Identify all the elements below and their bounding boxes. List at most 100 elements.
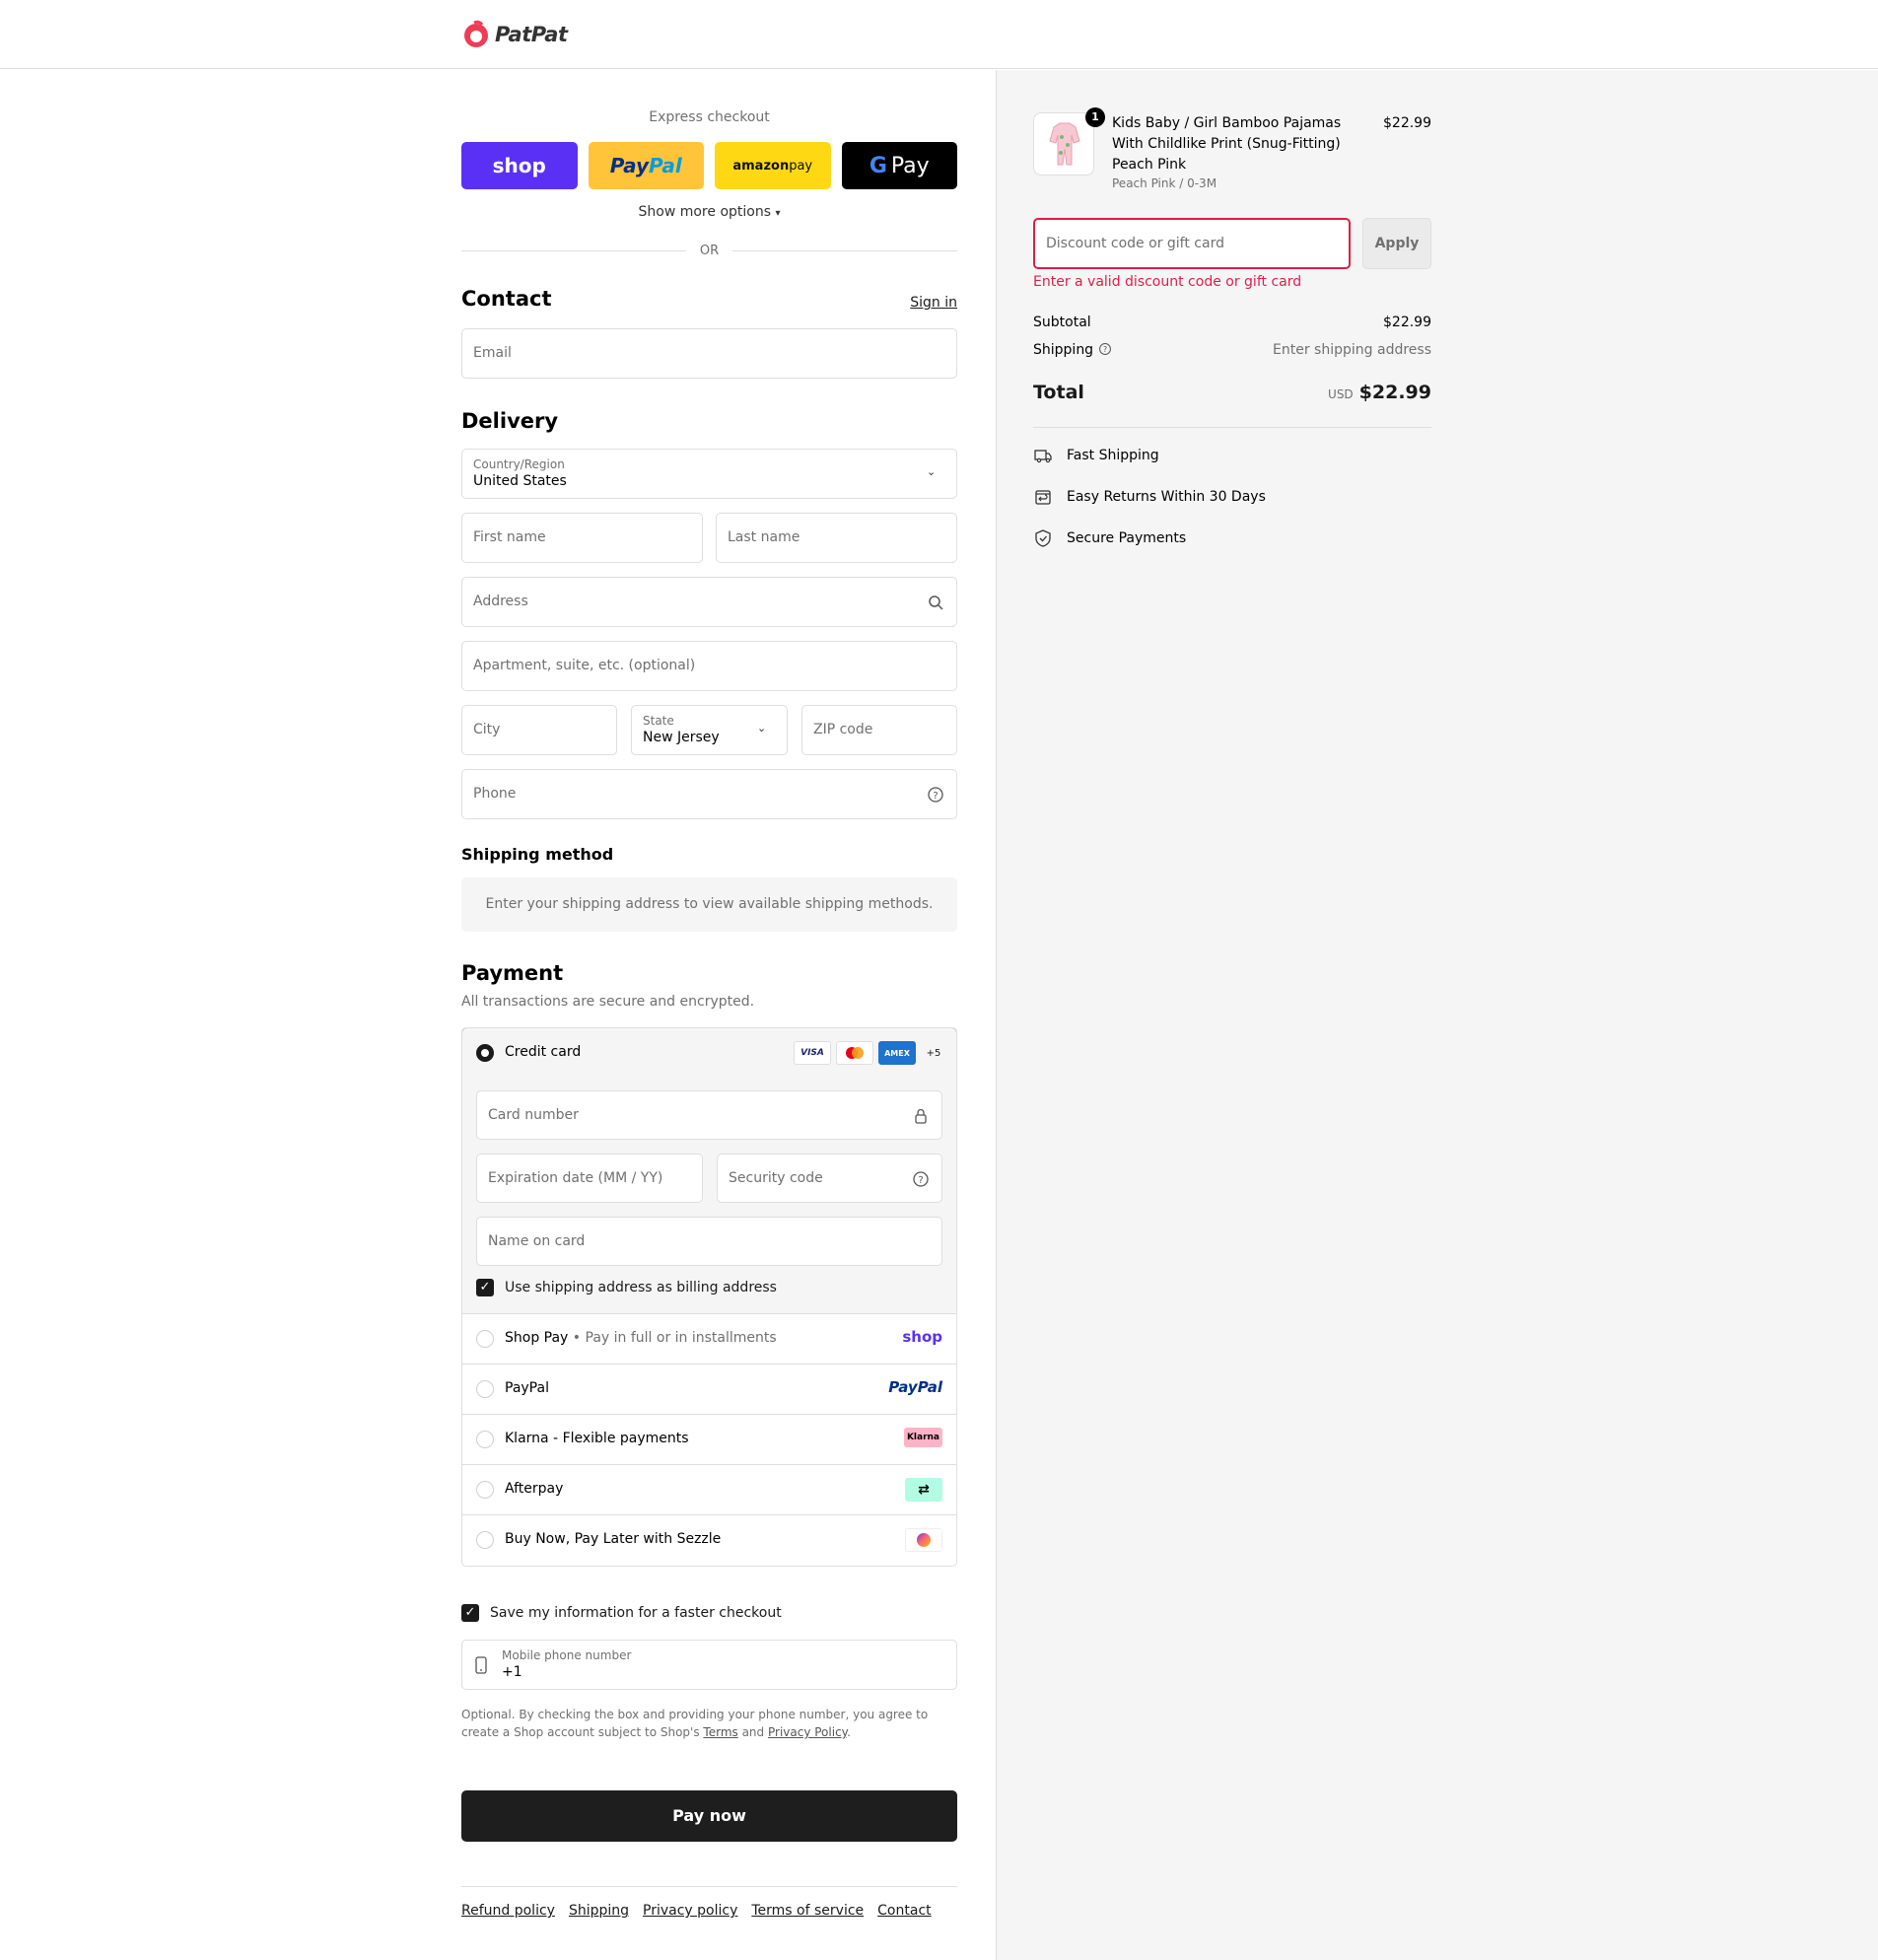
shipping-link[interactable]: Shipping: [569, 1903, 629, 1919]
perk-label: Secure Payments: [1067, 530, 1187, 546]
svg-text:?: ?: [918, 1175, 923, 1186]
amazon-pay-button[interactable]: amazon pay: [715, 142, 831, 189]
card-number-placeholder: Card number: [488, 1107, 579, 1123]
quantity-badge: 1: [1085, 107, 1105, 127]
phone-field[interactable]: Phone ?: [461, 769, 957, 819]
klarna-option[interactable]: Klarna - Flexible payments Klarna: [462, 1415, 956, 1465]
paypal-logo: PayPal: [888, 1378, 942, 1396]
afterpay-option[interactable]: Afterpay ⇄: [462, 1465, 956, 1515]
city-placeholder: City: [473, 722, 501, 737]
paypal-button[interactable]: Pay Pal: [588, 142, 704, 189]
shop-pay-option[interactable]: Shop Pay • Pay in full or in installment…: [462, 1314, 956, 1365]
shop-pay-logo: shop: [902, 1328, 942, 1346]
svg-text:?: ?: [1102, 345, 1106, 354]
terms-of-service-link[interactable]: Terms of service: [751, 1903, 864, 1919]
or-label: OR: [699, 244, 720, 258]
shipping-method-note: Enter your shipping address to view avai…: [461, 877, 957, 932]
privacy-policy-link[interactable]: Privacy policy: [643, 1903, 737, 1919]
help-icon[interactable]: ?: [1098, 342, 1112, 356]
mobile-phone-label: Mobile phone number: [502, 1648, 632, 1662]
show-more-options[interactable]: Show more options ▾: [461, 204, 957, 220]
apply-discount-button[interactable]: Apply: [1362, 218, 1431, 269]
total-label: Total: [1033, 382, 1084, 403]
sezzle-radio[interactable]: [476, 1531, 494, 1549]
city-field[interactable]: City: [461, 705, 617, 755]
state-select[interactable]: State New Jersey ⌄: [631, 705, 788, 755]
chevron-down-icon: ⌄: [757, 722, 767, 735]
name-on-card-field[interactable]: Name on card: [476, 1217, 942, 1266]
currency-code: USD: [1328, 387, 1354, 401]
chevron-down-icon: ⌄: [927, 465, 937, 478]
legal-dot: .: [847, 1725, 851, 1739]
show-more-label: Show more options: [638, 204, 772, 220]
help-icon[interactable]: ?: [927, 786, 944, 804]
visa-icon: VISA: [794, 1041, 831, 1065]
paypal-logo-b: Pal: [649, 154, 682, 177]
card-number-field[interactable]: Card number: [476, 1090, 942, 1140]
pay-now-button[interactable]: Pay now: [461, 1790, 957, 1842]
klarna-logo: Klarna: [903, 1428, 942, 1447]
shop-pay-sub: • Pay in full or in installments: [568, 1330, 777, 1346]
privacy-link[interactable]: Privacy Policy: [768, 1725, 847, 1739]
footer-links: Refund policy Shipping Privacy policy Te…: [461, 1903, 932, 1919]
email-field[interactable]: Email: [461, 328, 957, 379]
country-value: United States: [473, 473, 567, 489]
help-icon[interactable]: ?: [912, 1170, 930, 1188]
more-cards-count: +5: [926, 1047, 941, 1059]
address-field[interactable]: Address: [461, 577, 957, 627]
perk-label: Fast Shipping: [1067, 448, 1159, 463]
amazon-pay-label: pay: [789, 158, 813, 174]
google-pay-button[interactable]: G Pay: [841, 142, 957, 189]
svg-text:?: ?: [933, 791, 938, 802]
save-info-checkbox[interactable]: ✓: [461, 1604, 479, 1622]
security-code-field[interactable]: Security code ?: [717, 1154, 942, 1203]
shop-pay-radio[interactable]: [476, 1330, 494, 1348]
discount-error: Enter a valid discount code or gift card: [1033, 274, 1302, 290]
afterpay-radio[interactable]: [476, 1481, 494, 1499]
subtotal-row: Subtotal $22.99: [1033, 315, 1431, 330]
perk-easy-returns: Easy Returns Within 30 Days: [1033, 487, 1266, 507]
paypal-radio[interactable]: [476, 1380, 494, 1398]
first-name-field[interactable]: First name: [461, 513, 703, 563]
sezzle-option[interactable]: Buy Now, Pay Later with Sezzle: [462, 1515, 956, 1566]
last-name-field[interactable]: Last name: [716, 513, 957, 563]
or-divider: OR: [461, 244, 958, 258]
discount-placeholder: Discount code or gift card: [1046, 236, 1224, 251]
credit-card-option[interactable]: Credit card VISA AMEX +5: [462, 1028, 956, 1078]
zip-field[interactable]: ZIP code: [801, 705, 957, 755]
pajamas-image: [1049, 122, 1080, 166]
perk-label: Easy Returns Within 30 Days: [1067, 489, 1266, 505]
mobile-phone-field[interactable]: Mobile phone number +1: [461, 1640, 957, 1690]
state-label: State: [643, 714, 674, 728]
product-name: Kids Baby / Girl Bamboo Pajamas With Chi…: [1112, 115, 1342, 173]
brand-logo[interactable]: PatPat: [461, 20, 568, 49]
refund-policy-link[interactable]: Refund policy: [461, 1903, 555, 1919]
mastercard-icon: [836, 1041, 873, 1065]
discount-code-field[interactable]: Discount code or gift card: [1033, 218, 1351, 269]
expiry-field[interactable]: Expiration date (MM / YY): [476, 1154, 703, 1203]
shop-pay-button[interactable]: shop: [461, 142, 578, 189]
paypal-option[interactable]: PayPal PayPal: [462, 1365, 956, 1415]
contact-link[interactable]: Contact: [877, 1903, 931, 1919]
lock-icon: [915, 1108, 927, 1124]
google-pay-label: Pay: [890, 153, 930, 178]
billing-same-checkbox[interactable]: ✓: [476, 1279, 494, 1296]
credit-card-radio[interactable]: [476, 1044, 494, 1062]
country-select[interactable]: Country/Region United States ⌄: [461, 449, 957, 499]
shipping-method-title: Shipping method: [461, 845, 614, 864]
paypal-logo-a: Pay: [609, 154, 650, 177]
klarna-radio[interactable]: [476, 1431, 494, 1448]
amazon-logo: amazon: [732, 158, 790, 174]
terms-link[interactable]: Terms: [703, 1725, 737, 1739]
product-variant: Peach Pink / 0-3M: [1112, 176, 1217, 190]
apartment-placeholder: Apartment, suite, etc. (optional): [473, 658, 696, 673]
summary-divider: [1033, 427, 1431, 428]
security-code-placeholder: Security code: [729, 1170, 823, 1186]
truck-icon: [1034, 450, 1052, 463]
product-thumbnail: 1: [1033, 107, 1105, 175]
sign-in-link[interactable]: Sign in: [910, 295, 957, 311]
last-name-placeholder: Last name: [728, 529, 800, 545]
shipping-row: Shipping ? Enter shipping address: [1033, 342, 1431, 358]
shop-pay-label: Shop Pay: [505, 1330, 569, 1346]
apartment-field[interactable]: Apartment, suite, etc. (optional): [461, 641, 957, 691]
